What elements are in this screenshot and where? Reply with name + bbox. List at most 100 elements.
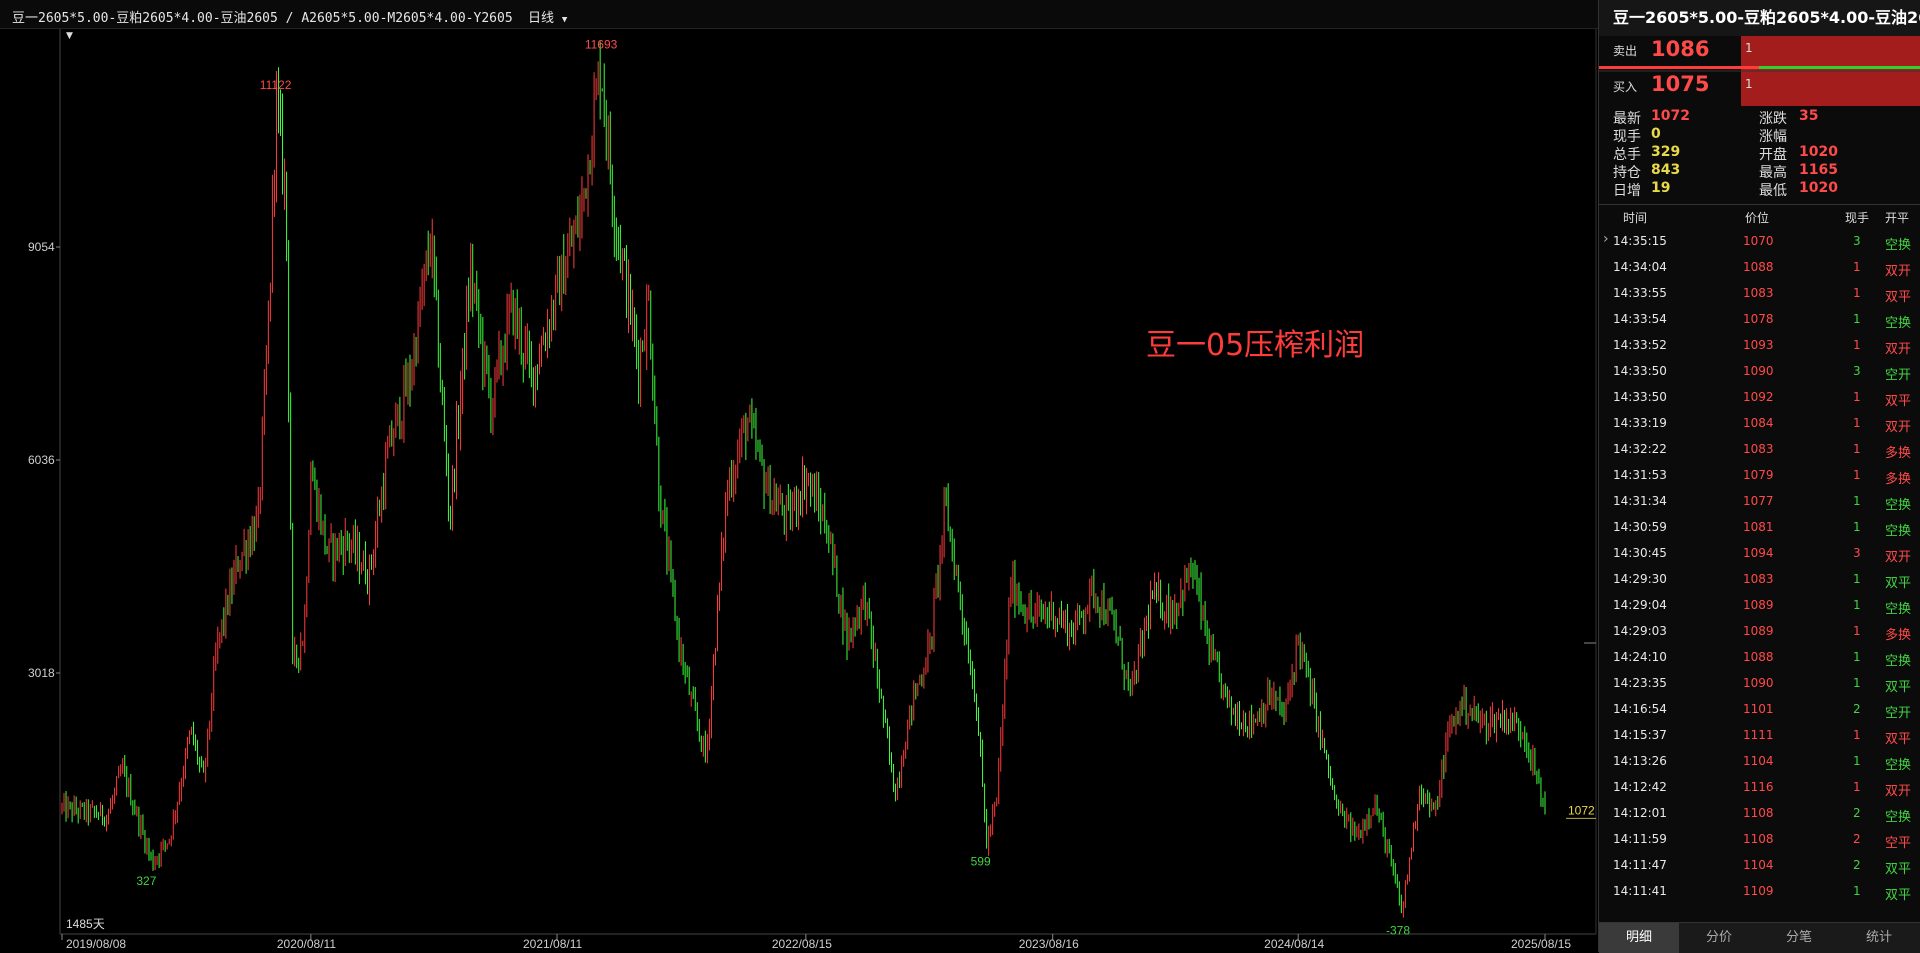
tick-row[interactable]: 14:34:04 1088 1 双开 xyxy=(1599,254,1920,280)
buy-price[interactable]: 1075 xyxy=(1651,72,1709,96)
open-value: 1020 xyxy=(1799,144,1838,160)
buy-volume: 1 xyxy=(1745,77,1753,91)
tick-volume: 1 xyxy=(1853,494,1861,508)
tick-time: 14:30:59 xyxy=(1613,520,1667,534)
tick-price: 1077 xyxy=(1743,494,1774,508)
tick-row[interactable]: 14:12:42 1116 1 双开 xyxy=(1599,774,1920,800)
daily-value: 19 xyxy=(1651,180,1671,196)
tick-row[interactable]: 14:11:59 1108 2 空平 xyxy=(1599,826,1920,852)
tick-type: 双平 xyxy=(1885,732,1912,747)
sell-price[interactable]: 1086 xyxy=(1651,37,1709,61)
daily-label: 日增 xyxy=(1613,183,1641,199)
change-label: 涨跌 xyxy=(1759,111,1787,127)
tick-time: 14:24:10 xyxy=(1613,650,1667,664)
tick-time: 14:29:04 xyxy=(1613,598,1667,612)
sell-volume: 1 xyxy=(1745,41,1753,55)
tick-row[interactable]: 14:31:53 1079 1 多换 xyxy=(1599,462,1920,488)
tick-price: 1083 xyxy=(1743,572,1774,586)
tick-row[interactable]: 14:33:50 1092 1 双平 xyxy=(1599,384,1920,410)
tick-row[interactable]: 14:29:30 1083 1 双平 xyxy=(1599,566,1920,592)
x-tick-label: 2021/08/11 xyxy=(523,937,582,951)
period-selector[interactable]: 日线 ▼ xyxy=(528,7,567,26)
tick-volume: 1 xyxy=(1853,390,1861,404)
tick-list[interactable]: › 14:35:15 1070 3 空换 14:34:04 1088 1 双开 14:33:55 1… xyxy=(1599,228,1920,904)
quote-stats: 最新 1072 涨跌 35 现手 0 涨幅 总手 329 开盘 1020 持仓 … xyxy=(1599,106,1920,202)
tick-time: 14:35:15 xyxy=(1613,234,1667,248)
tab-price-dist[interactable]: 分价 xyxy=(1679,923,1759,953)
chart-area[interactable]: 9054 6036 3018 2019/08/08 2020/08/11 2021/08/… xyxy=(0,0,1598,952)
tick-row[interactable]: 14:12:01 1108 2 空换 xyxy=(1599,800,1920,826)
row-pointer-icon: › xyxy=(1603,231,1609,247)
extreme-annotation: 11122 xyxy=(260,78,292,92)
tab-detail[interactable]: 明细 xyxy=(1599,923,1679,953)
days-count-label: 1485天 xyxy=(66,917,105,931)
tick-row[interactable]: 14:32:22 1083 1 多换 xyxy=(1599,436,1920,462)
tick-price: 1092 xyxy=(1743,390,1774,404)
tick-volume: 1 xyxy=(1853,624,1861,638)
tick-row[interactable]: 14:33:19 1084 1 双开 xyxy=(1599,410,1920,436)
tick-volume: 1 xyxy=(1853,676,1861,690)
sell-label: 卖出 xyxy=(1613,44,1638,58)
tick-price: 1108 xyxy=(1743,806,1774,820)
tick-row[interactable]: 14:23:35 1090 1 双平 xyxy=(1599,670,1920,696)
tick-volume: 1 xyxy=(1853,260,1861,274)
tick-row[interactable]: 14:15:37 1111 1 双平 xyxy=(1599,722,1920,748)
tick-time: 14:16:54 xyxy=(1613,702,1667,716)
buy-underline xyxy=(1759,66,1920,69)
tick-time: 14:23:35 xyxy=(1613,676,1667,690)
tick-time: 14:11:59 xyxy=(1613,832,1667,846)
tick-row[interactable]: 14:33:54 1078 1 空换 xyxy=(1599,306,1920,332)
tick-type: 双平 xyxy=(1885,290,1912,305)
tick-price: 1116 xyxy=(1743,780,1774,794)
tick-row[interactable]: 14:33:52 1093 1 双开 xyxy=(1599,332,1920,358)
menu-caret-icon[interactable]: ▼ xyxy=(66,31,73,41)
tick-row[interactable]: 14:30:45 1094 3 双开 xyxy=(1599,540,1920,566)
tick-row[interactable]: 14:11:47 1104 2 双平 xyxy=(1599,852,1920,878)
tick-time: 14:11:47 xyxy=(1613,858,1667,872)
tick-type: 空换 xyxy=(1885,524,1912,539)
x-tick-label: 2020/08/11 xyxy=(277,937,336,951)
extreme-annotation: 327 xyxy=(136,874,156,888)
tick-volume: 1 xyxy=(1853,572,1861,586)
last-value-label: 1072 xyxy=(1568,803,1595,817)
tick-type: 多换 xyxy=(1885,628,1912,643)
tick-type: 空换 xyxy=(1885,316,1912,331)
tick-price: 1088 xyxy=(1743,260,1774,274)
tick-row[interactable]: 14:33:50 1090 3 空开 xyxy=(1599,358,1920,384)
tick-row[interactable]: 14:31:34 1077 1 空换 xyxy=(1599,488,1920,514)
tick-row[interactable]: 14:11:41 1109 1 双平 xyxy=(1599,878,1920,904)
tab-trades[interactable]: 分笔 xyxy=(1759,923,1839,953)
tick-time: 14:33:55 xyxy=(1613,286,1667,300)
tick-volume: 1 xyxy=(1853,754,1861,768)
tick-time: 14:33:50 xyxy=(1613,364,1667,378)
tick-price: 1111 xyxy=(1743,728,1774,742)
tick-row[interactable]: 14:16:54 1101 2 空开 xyxy=(1599,696,1920,722)
tick-row[interactable]: › 14:35:15 1070 3 空换 xyxy=(1599,228,1920,254)
tick-row[interactable]: 14:29:04 1089 1 空换 xyxy=(1599,592,1920,618)
tick-row[interactable]: 14:33:55 1083 1 双平 xyxy=(1599,280,1920,306)
tick-row[interactable]: 14:13:26 1104 1 空换 xyxy=(1599,748,1920,774)
tick-volume: 1 xyxy=(1853,650,1861,664)
tick-price: 1104 xyxy=(1743,754,1774,768)
col-type: 开平 xyxy=(1885,211,1910,225)
tick-price: 1093 xyxy=(1743,338,1774,352)
tick-volume: 1 xyxy=(1853,312,1861,326)
panel-tabs: 明细 分价 分笔 统计 xyxy=(1599,922,1920,953)
tick-row[interactable]: 14:29:03 1089 1 多换 xyxy=(1599,618,1920,644)
tick-price: 1090 xyxy=(1743,364,1774,378)
high-value: 1165 xyxy=(1799,162,1838,178)
tick-price: 1108 xyxy=(1743,832,1774,846)
tick-price: 1094 xyxy=(1743,546,1774,560)
tick-type: 双开 xyxy=(1885,420,1912,435)
tick-row[interactable]: 14:30:59 1081 1 空换 xyxy=(1599,514,1920,540)
tick-row[interactable]: 14:24:10 1088 1 空换 xyxy=(1599,644,1920,670)
candlestick-chart[interactable]: 9054 6036 3018 2019/08/08 2020/08/11 2021/08/… xyxy=(0,0,1598,952)
tick-price: 1088 xyxy=(1743,650,1774,664)
latest-value: 1072 xyxy=(1651,108,1690,124)
tab-statistics[interactable]: 统计 xyxy=(1839,923,1919,953)
high-label: 最高 xyxy=(1759,165,1787,181)
tick-price: 1104 xyxy=(1743,858,1774,872)
sell-underline xyxy=(1599,66,1759,69)
candles xyxy=(61,41,1546,918)
tick-volume: 2 xyxy=(1853,806,1861,820)
